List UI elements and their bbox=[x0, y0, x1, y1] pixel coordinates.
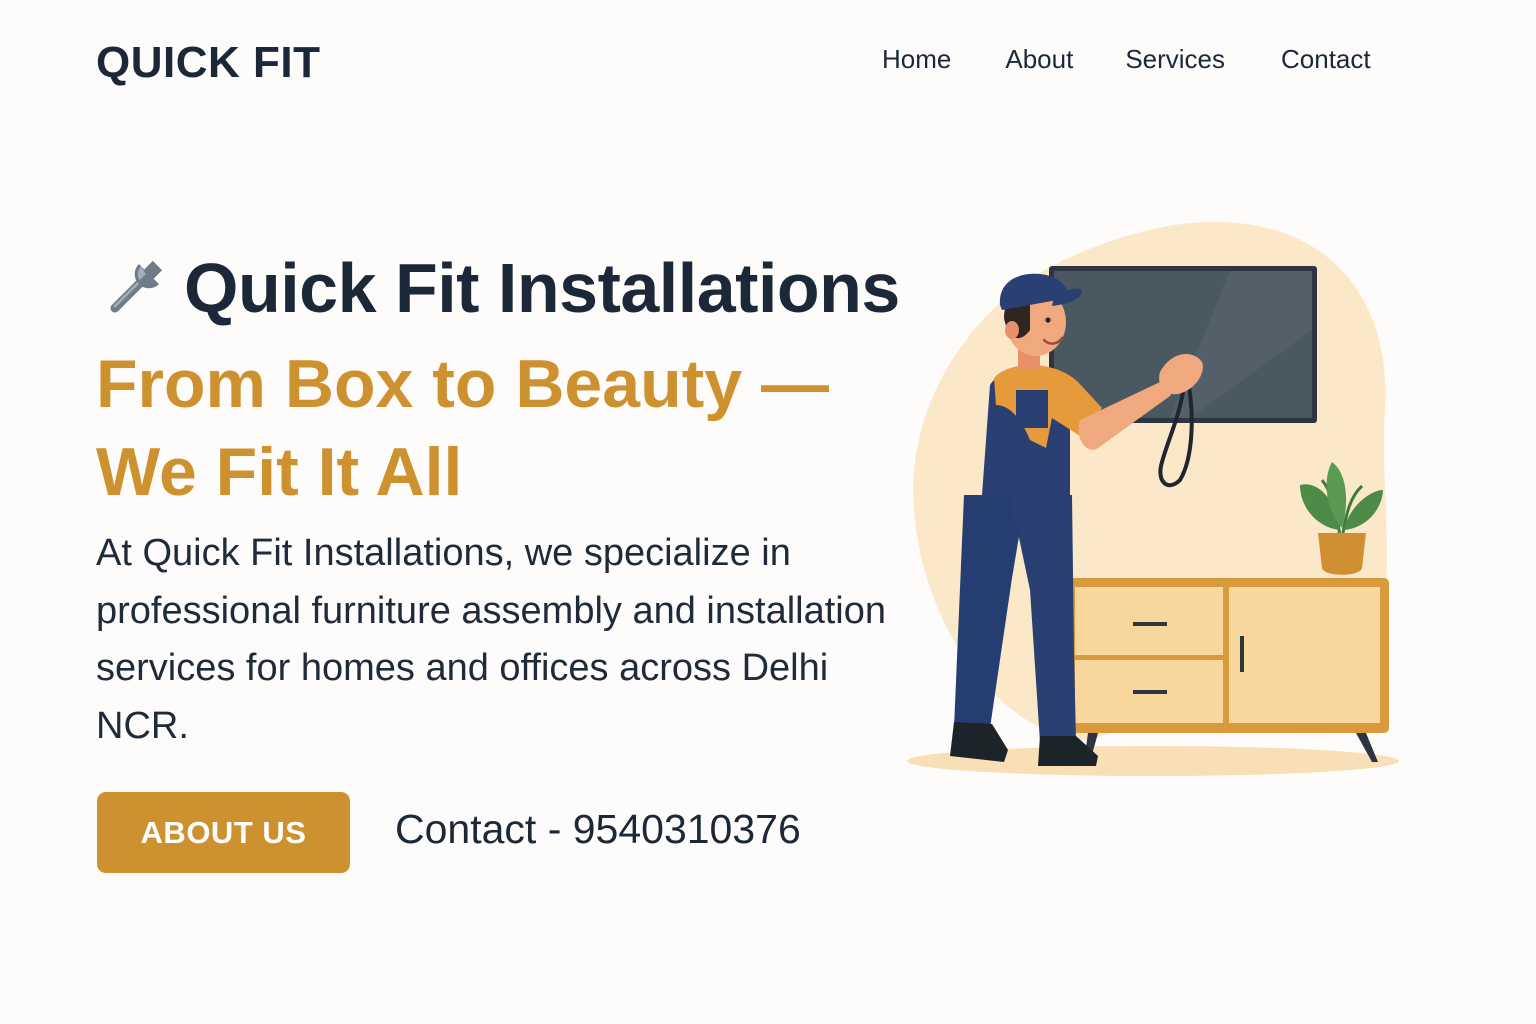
hero-title-text: Quick Fit Installations bbox=[184, 249, 900, 327]
tv-cabinet bbox=[1068, 578, 1389, 762]
main-nav: Home About Services Contact bbox=[882, 44, 1371, 75]
hero-description: At Quick Fit Installations, we specializ… bbox=[96, 532, 886, 747]
about-us-button[interactable]: ABOUT US bbox=[97, 792, 350, 873]
hero-title: Quick Fit Installations bbox=[100, 248, 900, 328]
hero-tagline: From Box to Beauty — We Fit It All bbox=[96, 346, 829, 510]
nav-services[interactable]: Services bbox=[1125, 44, 1225, 75]
installer-mounting-tv-illustration bbox=[907, 221, 1399, 776]
nav-contact[interactable]: Contact bbox=[1281, 44, 1371, 75]
contact-phone[interactable]: Contact - 9540310376 bbox=[395, 806, 801, 853]
nav-home[interactable]: Home bbox=[882, 44, 951, 75]
wrench-icon bbox=[110, 260, 163, 313]
site-logo[interactable]: QUICK FIT bbox=[96, 38, 320, 88]
nav-about[interactable]: About bbox=[1005, 44, 1073, 75]
